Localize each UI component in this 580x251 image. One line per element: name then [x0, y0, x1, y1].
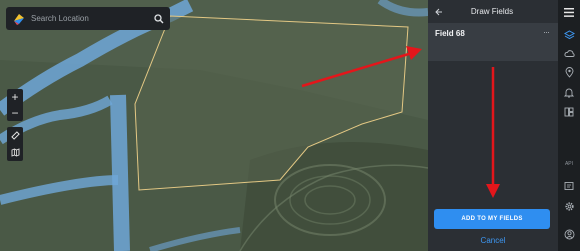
- zoom-out-button[interactable]: −: [7, 105, 23, 121]
- map-icon: [11, 148, 19, 157]
- hamburger-menu-icon[interactable]: [563, 6, 575, 18]
- dashboard-icon[interactable]: [563, 106, 575, 118]
- search-icon[interactable]: [154, 13, 164, 24]
- location-pin-icon[interactable]: [563, 66, 575, 78]
- ruler-button[interactable]: [7, 127, 23, 144]
- satellite-map[interactable]: + −: [0, 0, 428, 251]
- panel-header: Draw Fields: [428, 0, 558, 23]
- more-options-icon[interactable]: ···: [543, 27, 550, 37]
- layers-icon[interactable]: [563, 29, 575, 41]
- add-to-my-fields-button[interactable]: ADD TO MY FIELDS: [434, 209, 550, 229]
- right-rail: API: [558, 0, 580, 251]
- cloud-icon[interactable]: [563, 47, 575, 59]
- draw-fields-panel: Draw Fields Field 68 ··· ADD TO MY FIELD…: [428, 0, 558, 251]
- panel-title: Draw Fields: [470, 7, 514, 16]
- notifications-bell-icon[interactable]: [563, 86, 575, 98]
- ruler-icon: [10, 131, 20, 140]
- search-input[interactable]: [31, 14, 154, 23]
- search-bar[interactable]: [6, 7, 170, 30]
- settings-gear-icon[interactable]: [563, 200, 575, 212]
- user-profile-icon[interactable]: [563, 228, 575, 240]
- back-arrow-icon[interactable]: [435, 8, 443, 16]
- map-layers-button[interactable]: [7, 144, 23, 161]
- app-root: + − Draw Fields: [0, 0, 580, 251]
- cancel-link[interactable]: Cancel: [428, 236, 558, 245]
- api-label[interactable]: API: [561, 161, 577, 167]
- field-list-item[interactable]: Field 68 ···: [428, 23, 558, 61]
- map-tools: [7, 127, 23, 161]
- zoom-controls: + −: [7, 89, 23, 121]
- app-logo-icon: [14, 13, 24, 25]
- field-name: Field 68: [435, 29, 465, 38]
- document-icon[interactable]: [563, 180, 575, 192]
- map-terrain: [0, 0, 428, 251]
- zoom-in-button[interactable]: +: [7, 89, 23, 105]
